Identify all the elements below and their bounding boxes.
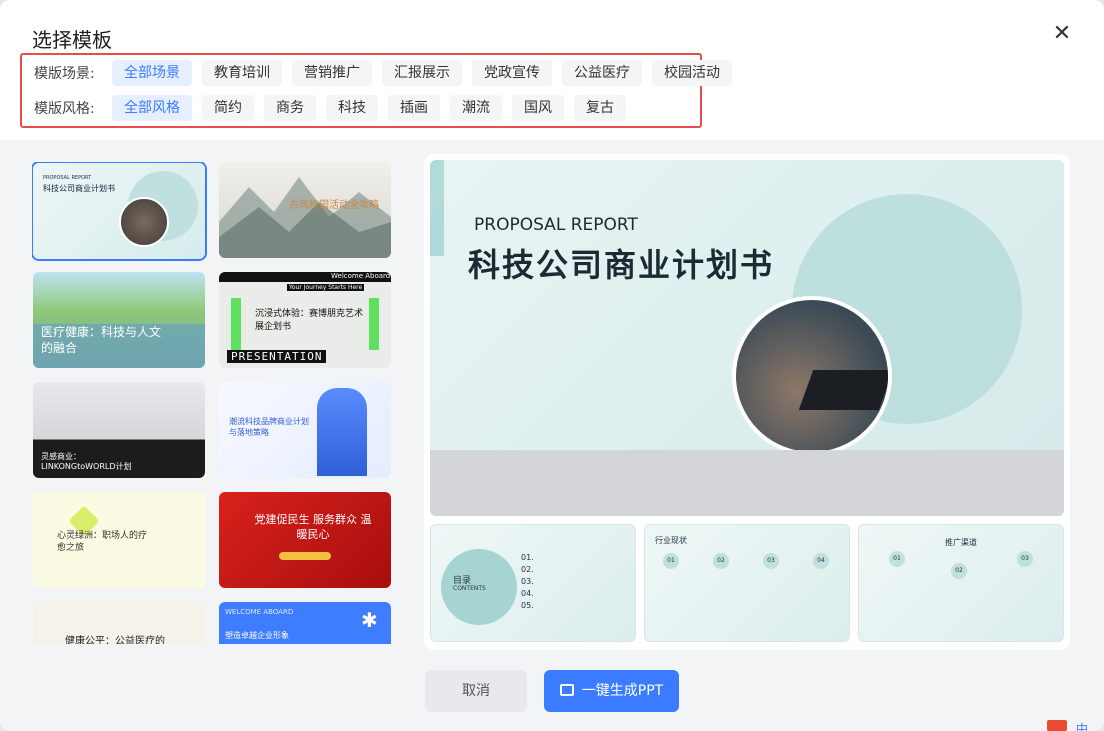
template-card[interactable]: PROPOSAL REPORT 科技公司商业计划书 — [33, 163, 205, 259]
scene-chip-education[interactable]: 教育培训 — [202, 60, 282, 86]
template-kicker: Welcome Aboard — [331, 272, 391, 280]
laptop-photo — [732, 296, 892, 456]
style-chip-all[interactable]: 全部风格 — [112, 95, 192, 121]
template-card[interactable]: WELCOME ABOARD 塑造卓越企业形象 ✱ — [219, 602, 391, 644]
contents-item: 01. — [521, 553, 534, 562]
step-badge: 01 — [889, 551, 905, 567]
building-art — [317, 388, 367, 476]
template-title: 灵感商业：LINKONGtoWORLD计划 — [41, 452, 132, 471]
close-icon[interactable]: ✕ — [1052, 23, 1072, 45]
template-card[interactable]: Welcome Aboard Your Journey Starts Here … — [219, 272, 391, 368]
step-badge: 02 — [713, 553, 729, 569]
template-grid: PROPOSAL REPORT 科技公司商业计划书 古风校园活动全攻略 医疗健康… — [32, 162, 394, 644]
step-badge: 03 — [763, 553, 779, 569]
template-title: 科技公司商业计划书 — [43, 184, 115, 193]
template-title: 潮流科技品牌商业计划与落地策略 — [229, 417, 309, 437]
scene-chip-party[interactable]: 党政宣传 — [472, 60, 552, 86]
template-title: 健康公平：公益医疗的 — [65, 636, 165, 644]
template-card[interactable]: 党建促民生 服务群众 温暖民心 — [219, 492, 391, 588]
presentation-icon — [559, 684, 574, 696]
style-chip-simple[interactable]: 简约 — [202, 95, 254, 121]
style-chip-chinese[interactable]: 国风 — [512, 95, 564, 121]
contents-item: 02. — [521, 565, 534, 574]
style-filter-row: 模版风格: 全部风格 简约 商务 科技 插画 潮流 国风 复古 — [34, 94, 636, 122]
preview-title: 科技公司商业计划书 — [468, 246, 775, 284]
template-title: 心灵绿洲：职场人的疗愈之旅 — [57, 531, 148, 553]
step-badge: 03 — [1017, 551, 1033, 567]
template-sub: Your Journey Starts Here — [287, 284, 365, 291]
style-chip-illustration[interactable]: 插画 — [388, 95, 440, 121]
preview-main-slide: PROPOSAL REPORT 科技公司商业计划书 — [430, 160, 1064, 516]
template-title: 医疗健康：科技与人文的融合 — [41, 325, 162, 355]
asterisk-icon: ✱ — [361, 608, 378, 632]
page-sub: CONTENTS — [453, 585, 486, 592]
contents-item: 04. — [521, 589, 534, 598]
style-chip-retro[interactable]: 复古 — [574, 95, 626, 121]
cancel-button[interactable]: 取消 — [425, 670, 527, 712]
template-card[interactable]: 心灵绿洲：职场人的疗愈之旅 — [33, 492, 205, 588]
input-method-icon[interactable]: 中 — [1076, 720, 1088, 731]
preview-kicker: PROPOSAL REPORT — [474, 215, 638, 235]
contents-item: 05. — [521, 601, 534, 610]
preview-page-contents: 目录 CONTENTS 01. 02. 03. 04. 05. — [430, 524, 636, 642]
scene-chip-medical[interactable]: 公益医疗 — [562, 60, 642, 86]
template-kicker: WELCOME ABOARD — [225, 608, 294, 616]
generate-ppt-button[interactable]: 一键生成PPT — [544, 670, 679, 712]
template-title: 塑造卓越企业形象 — [225, 631, 289, 640]
scene-chip-campus[interactable]: 校园活动 — [652, 60, 732, 86]
template-card[interactable]: 灵感商业：LINKONGtoWORLD计划 — [33, 382, 205, 478]
preview-page-channels: 推广渠道 01 02 03 — [858, 524, 1064, 642]
taskbar-app-icon[interactable] — [1047, 720, 1067, 731]
step-badge: 02 — [951, 563, 967, 579]
step-badge: 01 — [663, 553, 679, 569]
template-preview: PROPOSAL REPORT 科技公司商业计划书 目录 CONTENTS 01… — [424, 154, 1070, 650]
template-title: 古风校园活动全攻略 — [289, 200, 379, 211]
preview-page-industry: 行业现状 01 02 03 04 — [644, 524, 850, 642]
page-heading: 推广渠道 — [945, 538, 977, 547]
contents-item: 03. — [521, 577, 534, 586]
scene-chip-report[interactable]: 汇报展示 — [382, 60, 462, 86]
template-banner: PRESENTATION — [227, 350, 327, 363]
laptop-photo — [119, 197, 169, 247]
step-badge: 04 — [813, 553, 829, 569]
template-card[interactable]: 健康公平：公益医疗的 — [33, 602, 205, 644]
style-filter-label: 模版风格: — [34, 101, 95, 117]
filter-panel: 模版场景: 全部场景 教育培训 营销推广 汇报展示 党政宣传 公益医疗 校园活动… — [20, 53, 732, 128]
template-card[interactable]: 潮流科技品牌商业计划与落地策略 — [219, 382, 391, 478]
style-chip-trend[interactable]: 潮流 — [450, 95, 502, 121]
generate-ppt-label: 一键生成PPT — [581, 683, 664, 699]
style-chip-business[interactable]: 商务 — [264, 95, 316, 121]
template-dialog: 选择模板 ✕ 模版场景: 全部场景 教育培训 营销推广 汇报展示 党政宣传 公益… — [0, 0, 1104, 731]
page-heading: 行业现状 — [655, 536, 687, 545]
template-card[interactable]: 古风校园活动全攻略 — [219, 162, 391, 258]
style-chip-tech[interactable]: 科技 — [326, 95, 378, 121]
scene-chip-all[interactable]: 全部场景 — [112, 60, 192, 86]
template-card[interactable]: 医疗健康：科技与人文的融合 — [33, 272, 205, 368]
dialog-title: 选择模板 — [32, 28, 112, 52]
template-title: 沉浸式体验：赛博朋克艺术展企划书 — [255, 309, 364, 332]
scene-chip-marketing[interactable]: 营销推广 — [292, 60, 372, 86]
template-kicker: PROPOSAL REPORT — [43, 175, 92, 181]
template-title: 党建促民生 服务群众 温暖民心 — [254, 513, 372, 541]
scene-filter-row: 模版场景: 全部场景 教育培训 营销推广 汇报展示 党政宣传 公益医疗 校园活动 — [34, 59, 742, 87]
dialog-header: 选择模板 ✕ 模版场景: 全部场景 教育培训 营销推广 汇报展示 党政宣传 公益… — [0, 0, 1104, 140]
scene-filter-label: 模版场景: — [34, 66, 95, 82]
